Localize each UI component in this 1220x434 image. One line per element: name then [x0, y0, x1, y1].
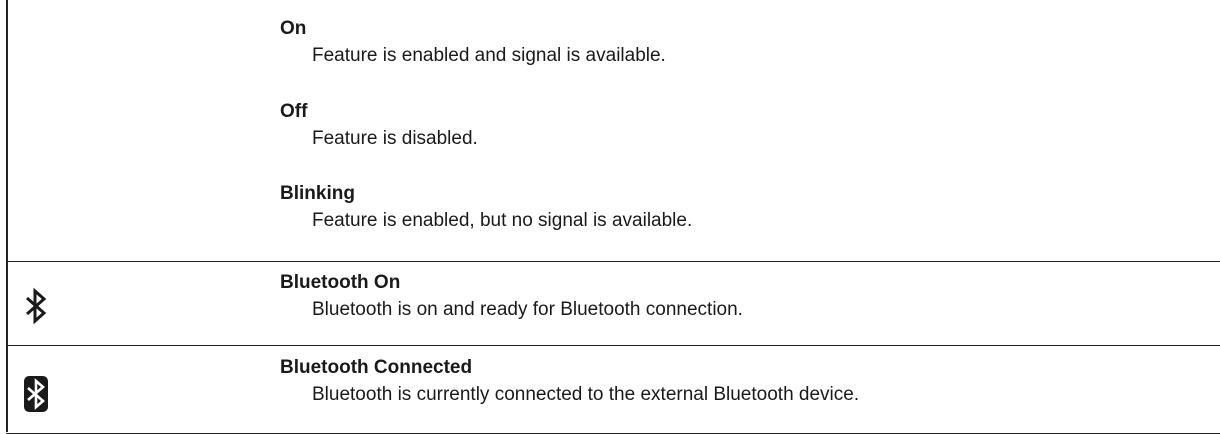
term-blinking: Blinking [280, 183, 355, 204]
entry-bluetooth-on: Bluetooth On Bluetooth is on and ready f… [280, 272, 743, 321]
bluetooth-connected-icon [16, 374, 56, 414]
description-bluetooth-connected: Bluetooth is currently connected to the … [312, 384, 860, 405]
table-row-bluetooth-on: Bluetooth On Bluetooth is on and ready f… [6, 261, 1220, 346]
term-on: On [280, 18, 307, 39]
description-bluetooth-on: Bluetooth is on and ready for Bluetooth … [312, 299, 743, 320]
description-on: Feature is enabled and signal is availab… [312, 45, 666, 66]
indicator-table: On Feature is enabled and signal is avai… [0, 0, 1220, 434]
term-off: Off [280, 101, 308, 122]
term-bluetooth-on: Bluetooth On [280, 272, 401, 293]
description-blinking: Feature is enabled, but no signal is ava… [312, 210, 693, 231]
description-off: Feature is disabled. [312, 128, 478, 149]
table-row-status-states: On Feature is enabled and signal is avai… [6, 0, 1220, 261]
entry-off: Off Feature is disabled. [280, 101, 478, 150]
table-row-bluetooth-connected: Bluetooth Connected Bluetooth is current… [6, 345, 1220, 434]
entry-on: On Feature is enabled and signal is avai… [280, 18, 666, 67]
entry-blinking: Blinking Feature is enabled, but no sign… [280, 183, 692, 232]
term-bluetooth-connected: Bluetooth Connected [280, 357, 473, 378]
entry-bluetooth-connected: Bluetooth Connected Bluetooth is current… [280, 357, 859, 406]
bluetooth-icon [16, 286, 56, 326]
